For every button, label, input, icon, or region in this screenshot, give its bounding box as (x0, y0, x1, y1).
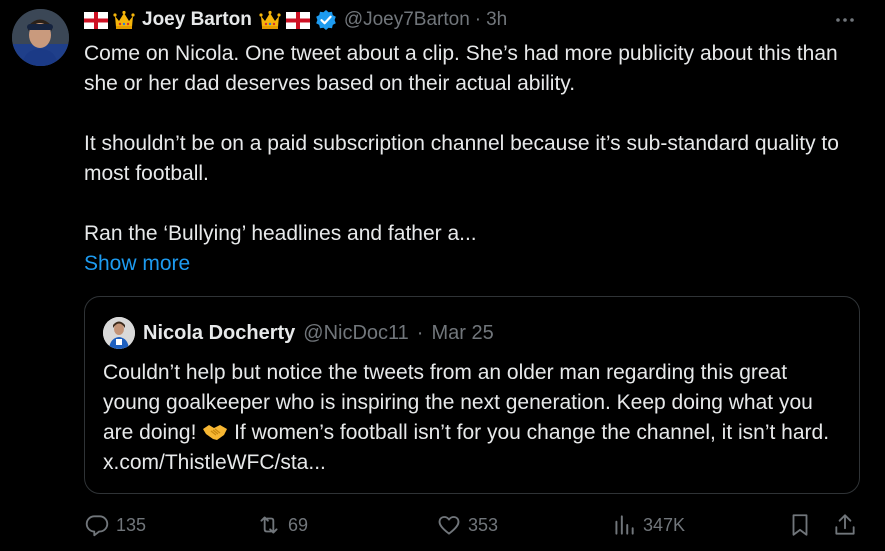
heart-icon (438, 516, 460, 535)
tweet-paragraph: It shouldn’t be on a paid subscription c… (84, 132, 839, 185)
author-avatar[interactable] (12, 9, 69, 66)
views-count: 347K (643, 514, 686, 535)
tweet-header: Joey Barton @Joey7Barton · 3h (84, 6, 507, 34)
england-flag-icon (84, 11, 108, 29)
share-icon (835, 514, 855, 535)
bookmark-icon (792, 514, 808, 536)
quoted-tweet-time[interactable]: Mar 25 (431, 322, 493, 345)
views-button[interactable]: 347K (611, 512, 685, 538)
views-icon (615, 515, 634, 535)
verified-badge-icon[interactable] (315, 9, 337, 31)
quoted-author-avatar[interactable] (103, 317, 135, 349)
crown-icon (113, 10, 135, 30)
repost-count: 69 (288, 514, 309, 535)
separator-dot: · (416, 321, 424, 344)
tweet-paragraph: Come on Nicola. One tweet about a clip. … (84, 42, 838, 95)
reply-icon (85, 515, 109, 537)
reply-count: 135 (116, 514, 147, 535)
reply-button[interactable]: 135 (84, 512, 146, 538)
tweet-time[interactable]: 3h (486, 9, 507, 31)
england-flag-icon (285, 11, 310, 29)
quoted-author-handle[interactable]: @NicDoc11 (303, 322, 409, 345)
quoted-tweet[interactable]: Nicola Docherty @NicDoc11 · Mar 25 Could… (84, 296, 860, 494)
action-bar: 135 69 353 347K (84, 512, 864, 546)
tweet-text: Come on Nicola. One tweet about a clip. … (84, 39, 854, 249)
crown-icon (259, 10, 281, 30)
like-count: 353 (468, 514, 499, 535)
tweet-paragraph: Ran the ‘Bullying’ headlines and father … (84, 222, 477, 245)
author-handle[interactable]: @Joey7Barton (344, 9, 470, 31)
handshake-icon (202, 421, 228, 441)
repost-button[interactable]: 69 (256, 512, 308, 538)
separator-dot: · (474, 9, 482, 30)
show-more-link[interactable]: Show more (84, 249, 190, 279)
repost-icon (260, 516, 278, 534)
bookmark-button[interactable] (787, 512, 813, 538)
more-options-icon[interactable] (833, 8, 857, 38)
like-button[interactable]: 353 (436, 512, 498, 538)
quoted-tweet-text: Couldn’t help but notice the tweets from… (103, 358, 848, 478)
share-button[interactable] (832, 512, 858, 538)
quoted-author-name[interactable]: Nicola Docherty (143, 322, 295, 345)
author-name[interactable]: Joey Barton (142, 9, 252, 31)
quoted-tweet-header: Nicola Docherty @NicDoc11 · Mar 25 (103, 317, 494, 349)
